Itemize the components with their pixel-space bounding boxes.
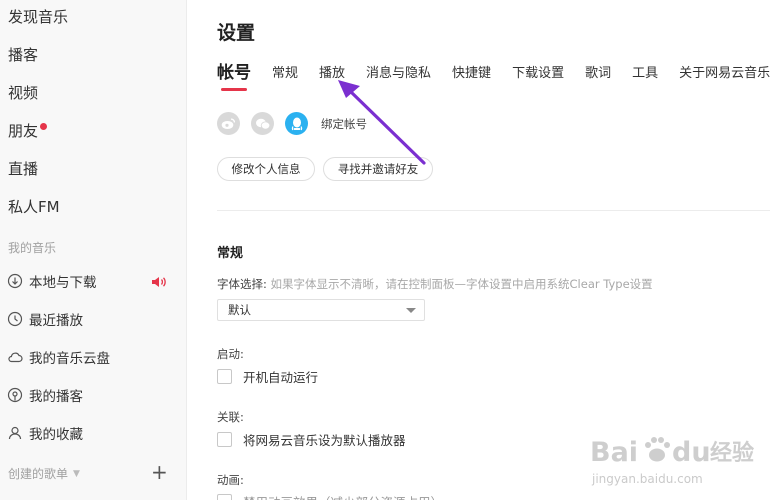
nav-video[interactable]: 视频 [8, 82, 38, 103]
sidebar-item-label: 本地与下载 [29, 275, 97, 291]
watermark-cn: 经验 [710, 440, 754, 466]
page-title: 设置 [217, 22, 256, 44]
caret-down-icon: ▼ [73, 468, 80, 479]
sidebar-item-label: 最近播放 [29, 313, 83, 329]
sidebar-item-local-download[interactable]: 本地与下载 [7, 270, 97, 292]
tab-tools[interactable]: 工具 [632, 64, 658, 84]
font-select-row: 字体选择: 如果字体显示不清晰，请在控制面板—字体设置中启用系统Clear Ty… [217, 276, 653, 292]
qq-icon[interactable] [285, 112, 308, 135]
created-playlists-title[interactable]: 创建的歌单 ▼ [8, 465, 80, 482]
tab-download-settings[interactable]: 下载设置 [512, 64, 564, 84]
font-select[interactable]: 默认 [217, 299, 425, 321]
add-playlist-icon[interactable]: + [151, 462, 168, 482]
bind-accounts-row: 绑定帐号 [217, 112, 367, 135]
font-hint: 如果字体显示不清晰，请在控制面板—字体设置中启用系统Clear Type设置 [270, 277, 653, 291]
sidebar-item-label: 我的播客 [29, 389, 83, 405]
nav-label: 私人FM [8, 198, 60, 216]
clock-icon [7, 311, 23, 327]
nav-friends[interactable]: 朋友 [8, 120, 48, 141]
nav-label: 视频 [8, 84, 39, 102]
edit-profile-button[interactable]: 修改个人信息 [217, 157, 315, 181]
cloud-icon [8, 352, 23, 363]
my-music-section-title: 我的音乐 [8, 241, 57, 255]
disable-animation-option-label: 禁用动画效果（减少部分资源占用） [243, 492, 443, 500]
sidebar-item-recent[interactable]: 最近播放 [7, 308, 83, 330]
tab-about[interactable]: 关于网易云音乐 [679, 64, 770, 84]
tab-messages-privacy[interactable]: 消息与隐私 [366, 64, 431, 84]
nav-live[interactable]: 直播 [8, 158, 38, 179]
weibo-icon[interactable] [217, 112, 240, 135]
nav-label: 直播 [8, 160, 39, 178]
wechat-icon[interactable] [251, 112, 274, 135]
startup-checkbox-row[interactable]: 开机自动运行 [217, 367, 318, 386]
general-section-title: 常规 [217, 246, 244, 261]
tab-playback[interactable]: 播放 [319, 64, 345, 84]
divider [217, 210, 770, 211]
nav-podcast[interactable]: 播客 [8, 44, 38, 65]
watermark-url: jingyan.baidu.com [591, 472, 703, 486]
default-player-checkbox-row[interactable]: 将网易云音乐设为默认播放器 [217, 430, 406, 449]
bind-account-label[interactable]: 绑定帐号 [321, 116, 367, 132]
startup-checkbox[interactable] [217, 369, 232, 384]
dropdown-arrow-icon [406, 308, 416, 313]
font-label: 字体选择: [217, 277, 267, 291]
nav-label: 发现音乐 [8, 8, 69, 26]
tab-account[interactable]: 帐号 [217, 62, 251, 91]
sidebar-item-label: 我的音乐云盘 [29, 351, 110, 367]
created-playlists-label: 创建的歌单 [8, 467, 69, 481]
disable-animation-checkbox[interactable] [217, 494, 232, 500]
user-icon [8, 426, 22, 440]
nav-personal-fm[interactable]: 私人FM [8, 196, 60, 217]
tab-lyrics[interactable]: 歌词 [585, 64, 611, 84]
settings-tabs: 帐号 常规 播放 消息与隐私 快捷键 下载设置 歌词 工具 关于网易云音乐 [217, 62, 770, 91]
default-player-option-label: 将网易云音乐设为默认播放器 [243, 433, 406, 448]
podcast-icon [7, 387, 23, 403]
association-label: 关联: [217, 410, 244, 424]
watermark-brand-a: Bai [590, 437, 638, 468]
sidebar-item-label: 我的收藏 [29, 427, 83, 443]
sidebar-item-cloud-disk[interactable]: 我的音乐云盘 [7, 346, 110, 368]
sidebar: 发现音乐 播客 视频 朋友 直播 私人FM 我的音乐 本地与下载 最近播放 我的… [0, 0, 187, 500]
nav-label: 朋友 [8, 122, 39, 140]
speaker-icon [152, 277, 166, 287]
baidu-watermark: Bai du 经验 jingyan.baidu.com [590, 437, 754, 486]
watermark-brand-b: du [672, 437, 711, 468]
tab-shortcuts[interactable]: 快捷键 [452, 64, 491, 84]
tab-general[interactable]: 常规 [272, 64, 298, 84]
default-player-checkbox[interactable] [217, 432, 232, 447]
sidebar-item-collection[interactable]: 我的收藏 [7, 422, 83, 444]
sidebar-item-my-podcast[interactable]: 我的播客 [7, 384, 83, 406]
find-friends-button[interactable]: 寻找并邀请好友 [323, 157, 433, 181]
startup-option-label: 开机自动运行 [243, 370, 319, 385]
animation-label: 动画: [217, 473, 244, 487]
font-select-value: 默认 [228, 303, 251, 317]
startup-label: 启动: [217, 347, 244, 361]
notification-dot [40, 123, 48, 130]
disable-animation-checkbox-row[interactable]: 禁用动画效果（减少部分资源占用） [217, 492, 443, 500]
nav-label: 播客 [8, 46, 39, 64]
paw-icon [645, 437, 670, 462]
download-icon [7, 273, 23, 289]
nav-discover-music[interactable]: 发现音乐 [8, 6, 68, 27]
